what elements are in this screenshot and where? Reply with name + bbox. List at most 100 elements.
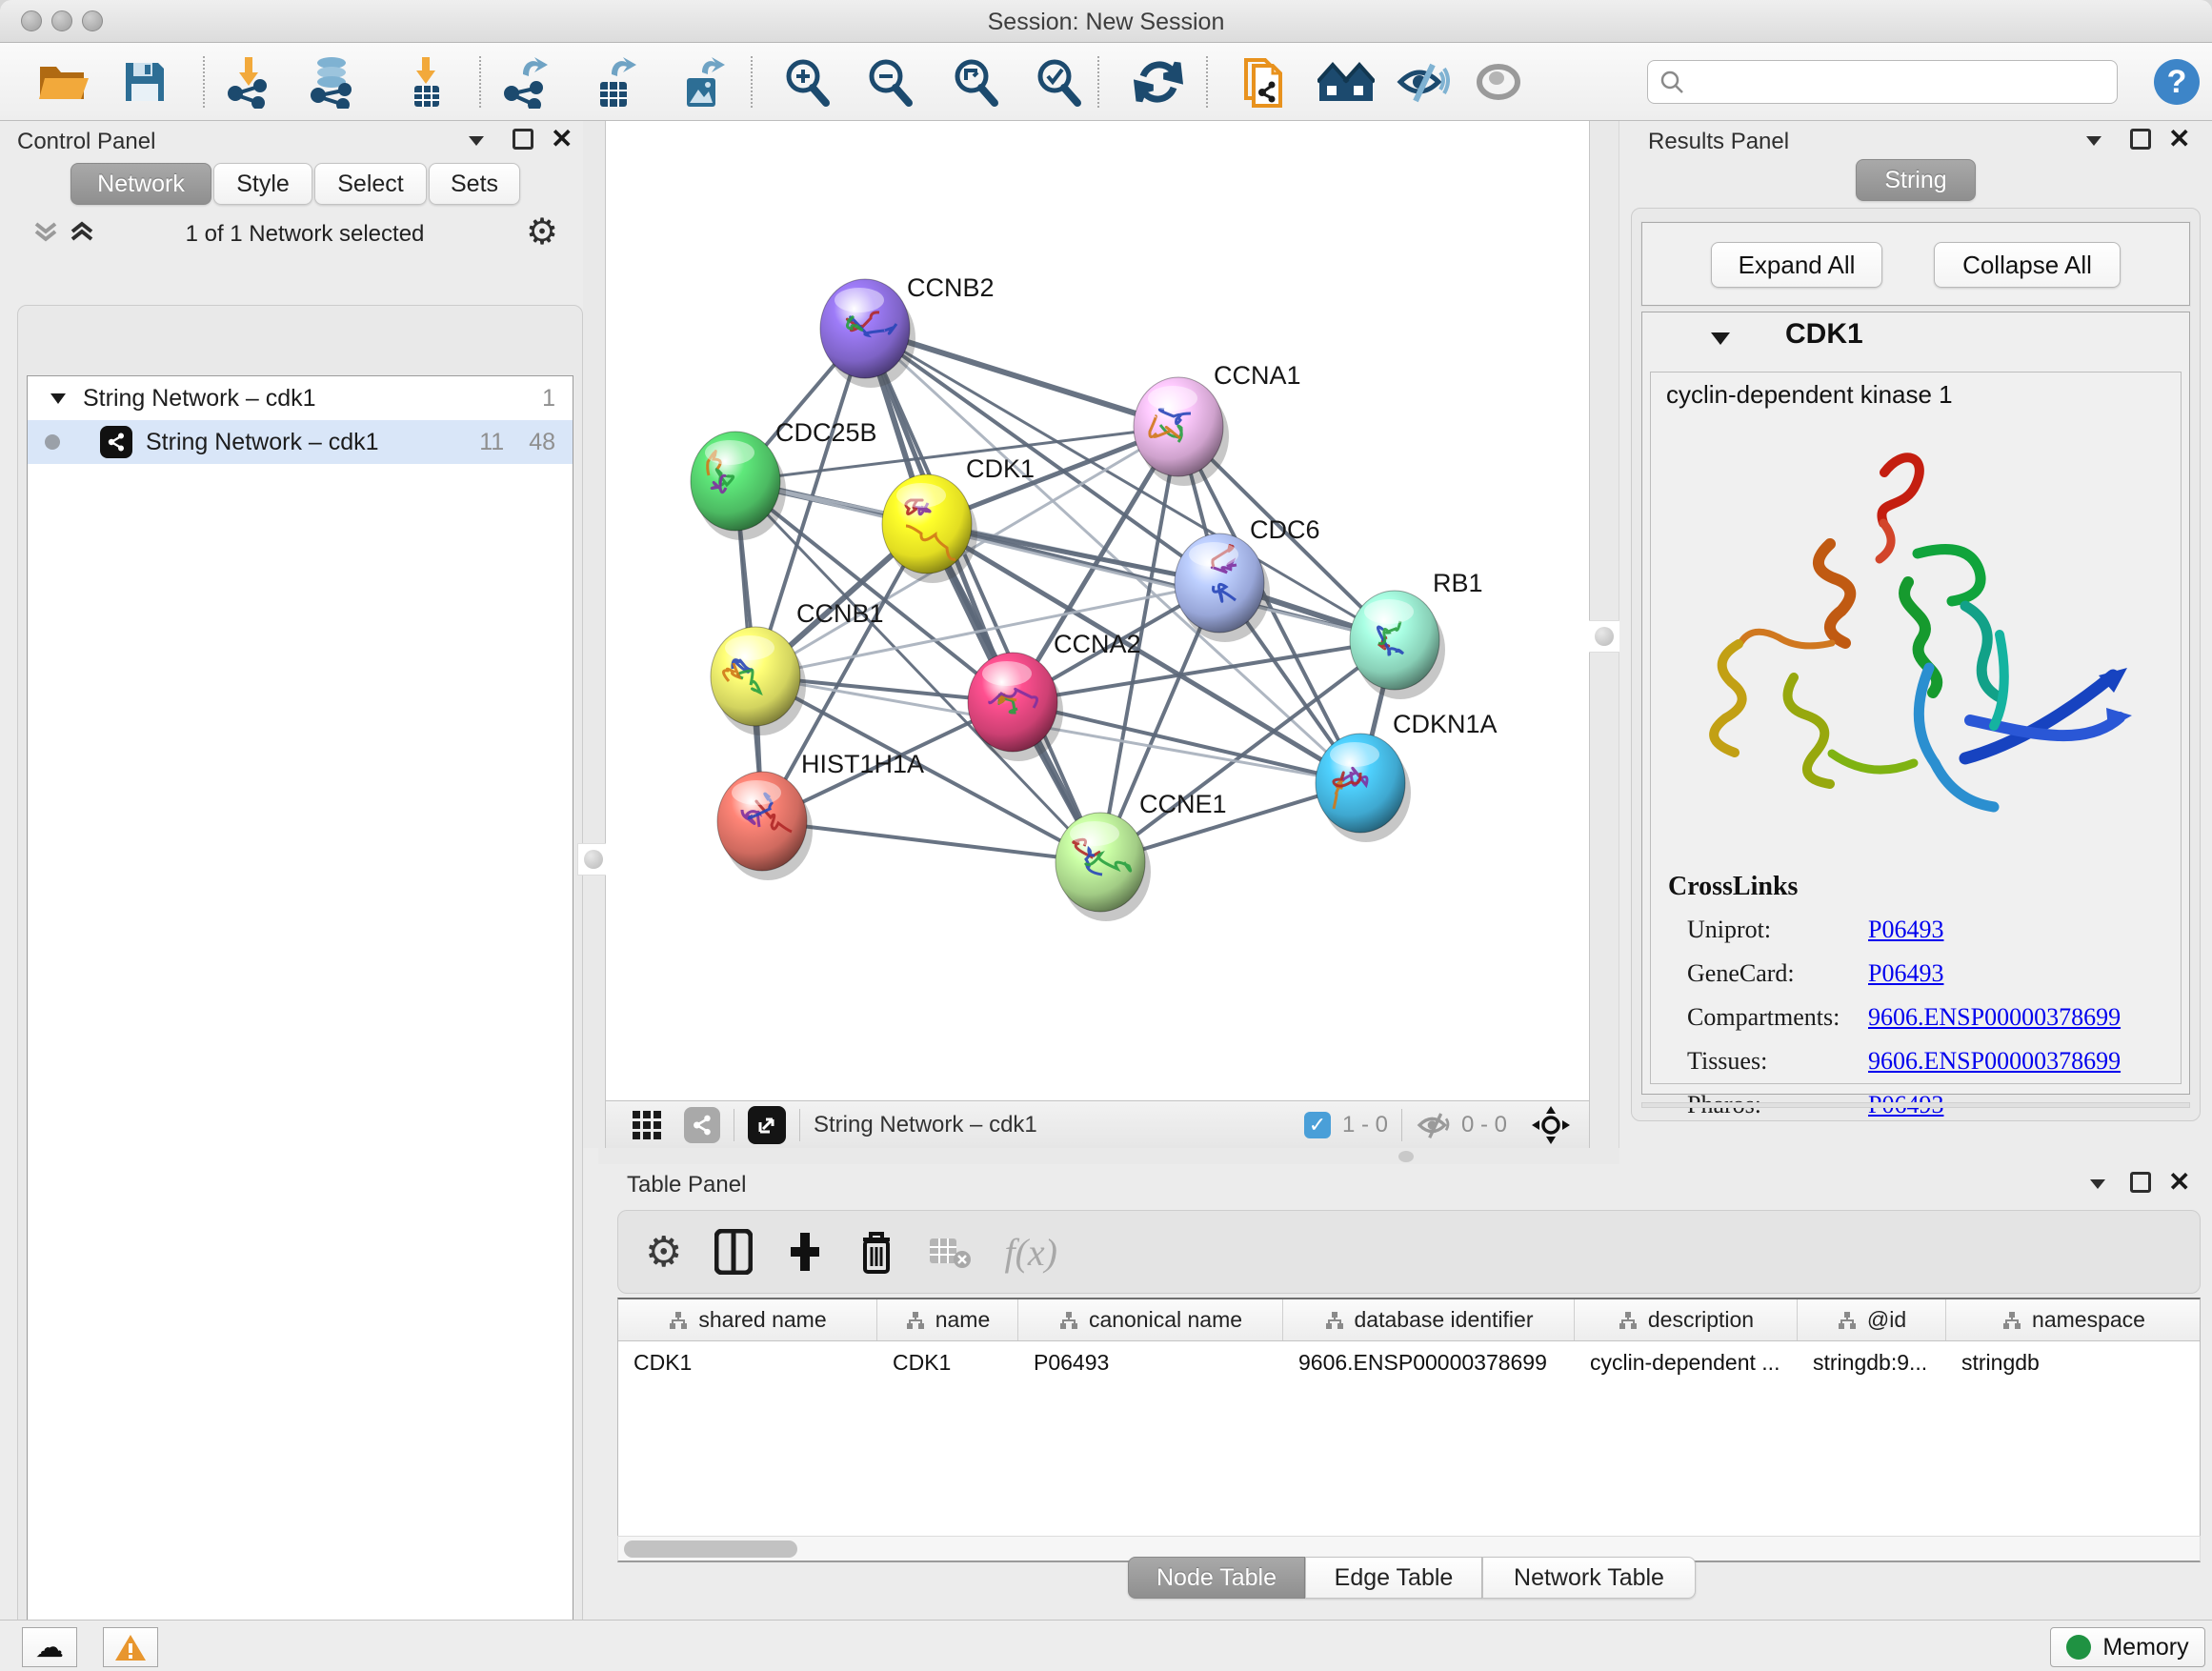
expand-all-button[interactable]: Expand All [1711, 242, 1882, 288]
houses-icon [1317, 59, 1375, 105]
cell-canonical-name[interactable]: P06493 [1018, 1341, 1283, 1383]
column-header-database-identifier[interactable]: database identifier [1283, 1299, 1575, 1340]
right-splitter-handle[interactable] [1588, 620, 1620, 653]
tab-style[interactable]: Style [213, 163, 312, 205]
tab-sets[interactable]: Sets [429, 163, 520, 205]
cell-database-identifier[interactable]: 9606.ENSP00000378699 [1283, 1341, 1575, 1383]
bottom-splitter-handle[interactable] [1398, 1151, 1414, 1162]
undock-panel-icon[interactable] [513, 129, 533, 150]
cell-name[interactable]: CDK1 [877, 1341, 1018, 1383]
node-label-CDK1: CDK1 [966, 454, 1035, 483]
show-columns-icon[interactable] [714, 1229, 753, 1275]
zoom-selected-button[interactable] [1027, 50, 1090, 113]
node-table[interactable]: shared namenamecanonical namedatabase id… [617, 1298, 2201, 1536]
table-hscroll-thumb[interactable] [624, 1540, 797, 1558]
expand-all-icon[interactable] [69, 220, 95, 245]
hide-details-button[interactable] [1392, 50, 1455, 113]
memory-status-dot [2066, 1635, 2091, 1660]
tab-node-table[interactable]: Node Table [1128, 1557, 1305, 1599]
results-panel: Results Panel ✕ String Expand All Collap… [1619, 121, 2212, 1164]
entry-collapse-icon[interactable] [1709, 330, 1732, 347]
table-row[interactable]: CDK1CDK1P064939606.ENSP00000378699cyclin… [618, 1341, 2200, 1383]
hidden-eye-icon[interactable] [1416, 1110, 1454, 1140]
undock-panel-icon[interactable] [2130, 1172, 2151, 1193]
cell--id[interactable]: stringdb:9... [1798, 1341, 1946, 1383]
show-details-button[interactable] [1467, 50, 1530, 113]
fit-content-crosshair-icon[interactable] [1532, 1106, 1570, 1144]
results-scrollbar[interactable] [1641, 1102, 2190, 1108]
column-header-shared-name[interactable]: shared name [618, 1299, 877, 1340]
warnings-button[interactable] [103, 1627, 158, 1667]
network-graph[interactable]: CCNB2CCNA1CDC25BCDK1CDC6RB1CCNB1CCNA2CDK… [606, 121, 1589, 1100]
delete-table-icon[interactable] [928, 1235, 972, 1269]
undock-panel-icon[interactable] [2130, 129, 2151, 150]
column-header-description[interactable]: description [1575, 1299, 1798, 1340]
crosslink-genecard-link[interactable]: P06493 [1868, 959, 1943, 988]
import-table-file-button[interactable] [394, 50, 457, 113]
export-image-button[interactable] [671, 50, 734, 113]
zoom-in-button[interactable] [775, 50, 838, 113]
protein-structure-image [1679, 430, 2156, 849]
close-panel-icon[interactable]: ✕ [2168, 123, 2190, 154]
crosslink-compartments-link[interactable]: 9606.ENSP00000378699 [1868, 1003, 2121, 1032]
import-network-database-button[interactable] [300, 50, 363, 113]
open-session-button[interactable] [31, 50, 94, 113]
crosslink-tissues-link[interactable]: 9606.ENSP00000378699 [1868, 1047, 2121, 1076]
zoom-out-button[interactable] [858, 50, 921, 113]
close-panel-icon[interactable]: ✕ [2168, 1166, 2190, 1198]
open-in-window-icon[interactable] [748, 1106, 786, 1144]
column-header--id[interactable]: @id [1798, 1299, 1946, 1340]
tab-network[interactable]: Network [70, 163, 211, 205]
right-splitter[interactable] [1589, 121, 1619, 1148]
help-button[interactable]: ? [2145, 50, 2208, 113]
zoom-fit-button[interactable] [944, 50, 1007, 113]
tab-edge-table[interactable]: Edge Table [1305, 1557, 1482, 1599]
left-splitter[interactable] [583, 121, 606, 1148]
refresh-layout-button[interactable] [1127, 50, 1190, 113]
crosslink-uniprot-link[interactable]: P06493 [1868, 916, 1943, 944]
float-panel-icon[interactable] [467, 132, 486, 148]
birdseye-grid-icon[interactable] [631, 1109, 663, 1141]
options-gear-icon[interactable]: ⚙ [526, 211, 558, 253]
collapse-all-icon[interactable] [32, 220, 59, 245]
cloud-button[interactable]: ☁ [22, 1627, 77, 1667]
delete-column-icon[interactable] [857, 1228, 895, 1276]
entry-gene-name: CDK1 [1785, 318, 1863, 351]
share-view-icon[interactable] [684, 1107, 720, 1143]
table-options-gear-icon[interactable]: ⚙ [645, 1228, 682, 1277]
network-status-dot [45, 434, 60, 450]
float-panel-icon[interactable] [2084, 132, 2103, 148]
add-column-icon[interactable] [785, 1229, 825, 1275]
column-header-namespace[interactable]: namespace [1946, 1299, 2201, 1340]
attribute-icon [905, 1310, 926, 1331]
tab-network-table[interactable]: Network Table [1482, 1557, 1696, 1599]
network-collection-row[interactable]: String Network – cdk1 1 [28, 376, 573, 420]
houses-button[interactable] [1315, 50, 1377, 113]
tab-select[interactable]: Select [314, 163, 427, 205]
tab-string[interactable]: String [1856, 159, 1976, 201]
network-canvas[interactable]: CCNB2CCNA1CDC25BCDK1CDC6RB1CCNB1CCNA2CDK… [606, 121, 1589, 1100]
node-label-CDC6: CDC6 [1250, 515, 1320, 544]
selected-checkbox[interactable]: ✓ [1304, 1112, 1331, 1138]
export-network-button[interactable] [493, 50, 556, 113]
column-header-name[interactable]: name [877, 1299, 1018, 1340]
export-table-button[interactable] [582, 50, 645, 113]
search-input[interactable] [1684, 69, 2094, 95]
network-row[interactable]: String Network – cdk1 11 48 [28, 420, 573, 464]
float-panel-icon[interactable] [2088, 1176, 2107, 1191]
control-panel-title: Control Panel [17, 129, 155, 155]
cell-shared-name[interactable]: CDK1 [618, 1341, 877, 1383]
function-builder-icon[interactable]: f(x) [1004, 1230, 1057, 1275]
memory-button[interactable]: Memory [2050, 1627, 2205, 1667]
save-session-button[interactable] [113, 50, 176, 113]
collapse-all-button[interactable]: Collapse All [1934, 242, 2121, 288]
cell-description[interactable]: cyclin-dependent ... [1575, 1341, 1798, 1383]
string-import-button[interactable] [1234, 50, 1297, 113]
column-header-canonical-name[interactable]: canonical name [1018, 1299, 1283, 1340]
close-panel-icon[interactable]: ✕ [551, 123, 573, 154]
zoom-in-icon [780, 55, 834, 109]
left-splitter-handle[interactable] [577, 843, 610, 876]
cell-namespace[interactable]: stringdb [1946, 1341, 2201, 1383]
import-network-file-button[interactable] [217, 50, 280, 113]
tree-expand-icon[interactable] [49, 391, 68, 406]
